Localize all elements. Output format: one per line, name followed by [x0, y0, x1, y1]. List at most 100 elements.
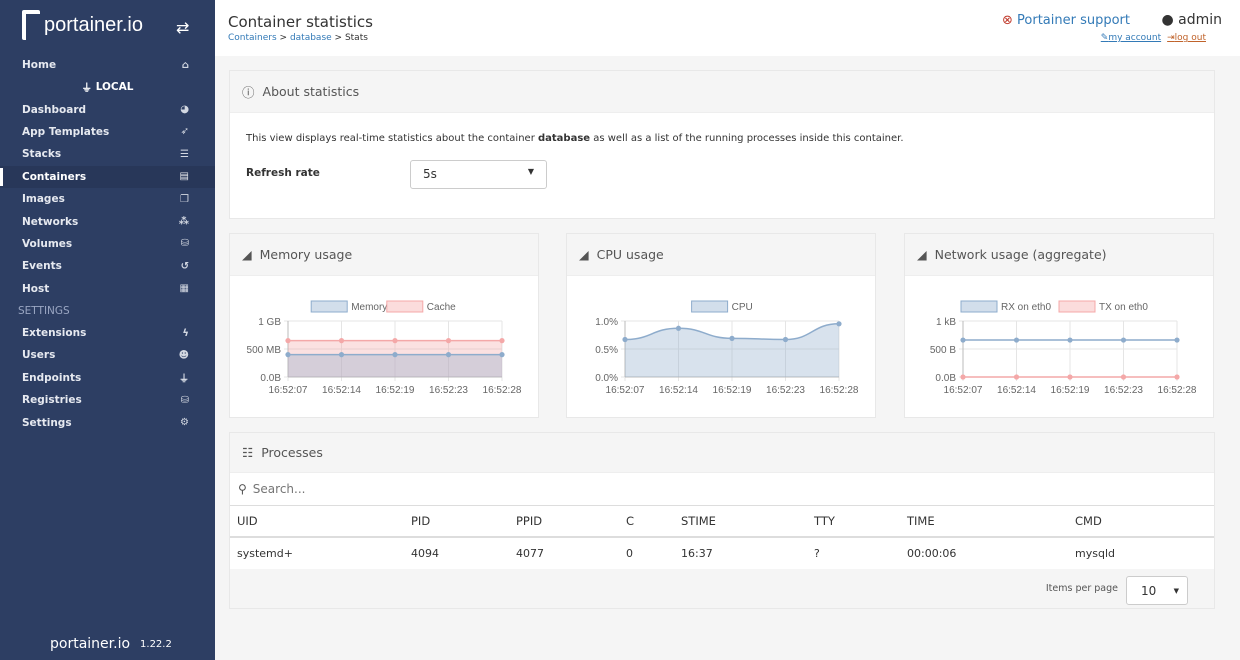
my-account-link[interactable]: ✎my account [1101, 33, 1161, 43]
y-tick-label: 0.0B [260, 373, 281, 384]
sidebar-item-images[interactable]: Images ❐ [0, 188, 215, 210]
column-header[interactable]: STIME [681, 514, 814, 528]
y-tick-label: 500 MB [247, 345, 282, 356]
sidebar-item-volumes[interactable]: Volumes ⛁ [0, 233, 215, 255]
data-point [1120, 374, 1127, 380]
cubes-icon: ⛁ [180, 238, 189, 250]
header: Container statistics Containers > databa… [215, 0, 1240, 56]
x-tick-label: 16:52:07 [606, 385, 645, 396]
sidebar-item-events[interactable]: Events ↺ [0, 255, 215, 277]
x-tick-label: 16:52:19 [376, 385, 415, 396]
toggle-sidebar-icon[interactable]: ⇄ [176, 18, 189, 37]
th-list-icon: ☰ [180, 148, 189, 160]
server-icon: ▤ [179, 171, 189, 183]
x-tick-label: 16:52:19 [1051, 385, 1090, 396]
items-per-page-select[interactable]: 10 ▼ [1126, 576, 1188, 605]
life-ring-icon: ⊗ [1001, 13, 1013, 28]
memory-usage-panel: ◢ Memory usage Memory Cache 16:52:07 16:52:14… [229, 233, 539, 418]
data-point [960, 337, 966, 343]
caret-down-icon: ▼ [1173, 586, 1179, 595]
x-tick-label: 16:52:14 [322, 385, 361, 396]
column-header[interactable]: CMD [1075, 514, 1102, 528]
data-point [960, 374, 966, 380]
sidebar-item-registries[interactable]: Registries ⛁ [0, 389, 215, 411]
sidebar-item-dashboard[interactable]: Dashboard ◕ [0, 98, 215, 120]
table-cell: 0 [626, 547, 633, 560]
search-bar: ⚲ [230, 473, 1214, 506]
column-header[interactable]: UID [237, 514, 411, 528]
data-point [445, 338, 452, 344]
data-point [1013, 374, 1020, 380]
data-point [782, 336, 789, 343]
data-point [445, 352, 452, 358]
legend-swatch [310, 300, 348, 313]
y-tick-label: 1 kB [936, 317, 956, 328]
legend-swatch [960, 300, 998, 313]
caret-down-icon: ▼ [527, 167, 534, 176]
breadcrumb: Containers > database > Stats [228, 33, 368, 43]
chart: RX on eth0 TX on eth0 16:52:07 16:52:14 16:5… [930, 300, 1197, 396]
portainer-support-link[interactable]: ⊗ Portainer support [1002, 13, 1130, 28]
x-tick-label: 16:52:19 [713, 385, 752, 396]
data-point [499, 338, 505, 344]
legend-label: Memory [351, 302, 387, 313]
y-tick-label: 1 GB [258, 317, 281, 328]
data-point [392, 338, 398, 344]
column-header[interactable]: PID [411, 514, 516, 528]
network-usage-panel: ◢ Network usage (aggregate) RX on eth0 TX o… [904, 233, 1214, 418]
column-header[interactable]: TIME [907, 514, 1075, 528]
data-point [622, 336, 628, 343]
sidebar-item-networks[interactable]: Networks ⁂ [0, 210, 215, 232]
data-point [729, 335, 735, 341]
database-icon: ⛁ [180, 394, 189, 406]
x-tick-label: 16:52:23 [766, 385, 805, 396]
x-tick-label: 16:52:14 [659, 385, 698, 396]
chart: CPU 16:52:07 16:52:14 16:52:19 16:52:23 16:52… [595, 300, 859, 396]
legend-swatch [386, 300, 424, 313]
area-chart-icon: ◢ [579, 247, 589, 262]
column-header[interactable]: TTY [814, 514, 907, 528]
data-point [1013, 337, 1020, 343]
y-tick-label: 1.0% [595, 317, 618, 328]
column-header[interactable]: C [626, 514, 681, 528]
data-point [392, 352, 398, 358]
legend-label: TX on eth0 [1099, 302, 1148, 313]
sidebar-item-containers[interactable]: Containers ▤ [0, 165, 215, 188]
x-tick-label: 16:52:07 [269, 385, 308, 396]
x-tick-label: 16:52:28 [1158, 385, 1197, 396]
sidebar-item-host[interactable]: Host ▦ [0, 278, 215, 300]
table-cell: 16:37 [681, 547, 713, 560]
sidebar: portainer.io ⇄ Home ⌂ ⏚ LOCAL Dashboard ◕ A… [0, 0, 215, 660]
table-cell: 4077 [516, 547, 544, 560]
x-tick-label: 16:52:23 [429, 385, 468, 396]
search-input[interactable] [252, 482, 853, 496]
sidebar-item-endpoints[interactable]: Endpoints ⏚ [0, 367, 215, 389]
sidebar-item-extensions[interactable]: Extensions ϟ [0, 322, 215, 344]
area-chart-icon: ◢ [917, 247, 927, 262]
log-out-link[interactable]: ⇥log out [1167, 33, 1206, 43]
area-chart-icon: ◢ [242, 247, 252, 262]
table-header: UID PID PPID C STIME TTY TIME CMD [230, 506, 1214, 538]
data-point [499, 352, 505, 358]
sidebar-item-users[interactable]: Users ☻ [0, 344, 215, 366]
refresh-rate-select[interactable]: 5s ▼ [410, 160, 547, 189]
data-point [1174, 337, 1180, 343]
column-header[interactable]: PPID [516, 514, 626, 528]
cogs-icon: ⚙ [180, 417, 189, 429]
data-point [285, 338, 291, 344]
portainer-logo[interactable]: portainer.io [22, 10, 143, 40]
breadcrumb-containers[interactable]: Containers [228, 33, 277, 43]
table-cell: mysqld [1075, 547, 1115, 560]
data-point [675, 325, 682, 331]
sidebar-item-stacks[interactable]: Stacks ☰ [0, 143, 215, 165]
x-tick-label: 16:52:07 [944, 385, 983, 396]
sidebar-item-settings[interactable]: Settings ⚙ [0, 411, 215, 433]
breadcrumb-database[interactable]: database [290, 33, 332, 43]
sidebar-item-home[interactable]: Home ⌂ [0, 54, 215, 76]
y-tick-label: 0.0% [595, 373, 618, 384]
legend-label: Cache [427, 302, 456, 313]
items-per-page-label: Items per page [1045, 583, 1118, 594]
sidebar-item-app-templates[interactable]: App Templates ➶ [0, 121, 215, 143]
x-tick-label: 16:52:23 [1104, 385, 1143, 396]
series-area [288, 354, 502, 377]
